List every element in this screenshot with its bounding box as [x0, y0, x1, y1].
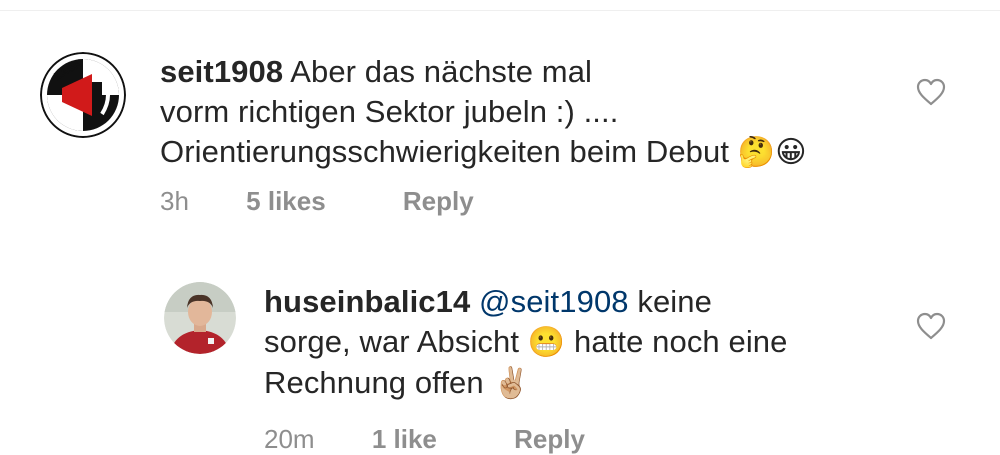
lask-logo-icon: LASK [40, 52, 126, 138]
profile-photo-icon [164, 282, 236, 354]
comment-line: hatte noch eine [565, 324, 788, 359]
comment-time: 3h [160, 186, 189, 216]
avatar[interactable]: LASK [40, 52, 126, 138]
heart-icon[interactable] [916, 78, 946, 106]
divider [0, 10, 1000, 11]
comment-username[interactable]: seit1908 [160, 54, 283, 89]
avatar[interactable] [164, 282, 236, 354]
emoji: 🤔😀 [737, 135, 807, 170]
emoji: ✌🏼 [492, 366, 530, 401]
reply-button[interactable]: Reply [403, 186, 474, 217]
comment-line: vorm richtigen Sektor jubeln :) .... [160, 94, 619, 129]
comment-line: Orientierungsschwierigkeiten beim Debut [160, 134, 730, 169]
likes-count[interactable]: 1 like [372, 424, 437, 455]
likes-count[interactable]: 5 likes [246, 186, 326, 217]
comment-line: Rechnung offen [264, 365, 493, 400]
comment-text: seit1908 Aber das nächste mal vorm richt… [160, 52, 860, 173]
heart-icon[interactable] [916, 312, 946, 340]
comment-username[interactable]: huseinbalic14 [264, 284, 470, 319]
reply-button[interactable]: Reply [514, 424, 585, 455]
emoji: 😬 [527, 325, 566, 360]
comment-meta: 3h 5 likes Reply [160, 186, 474, 217]
comment-line: keine [628, 284, 712, 319]
comment-line: Aber das nächste mal [290, 54, 593, 89]
comment-text: huseinbalic14 @seit1908 keine sorge, war… [264, 282, 864, 404]
comment-meta: 20m 1 like Reply [264, 424, 585, 455]
comment-line: sorge, war Absicht [264, 324, 528, 359]
mention-link[interactable]: @seit1908 [479, 284, 629, 319]
comment-time: 20m [264, 424, 315, 454]
comments-page: LASK seit1908 Aber das nächste mal vorm … [0, 0, 1000, 455]
